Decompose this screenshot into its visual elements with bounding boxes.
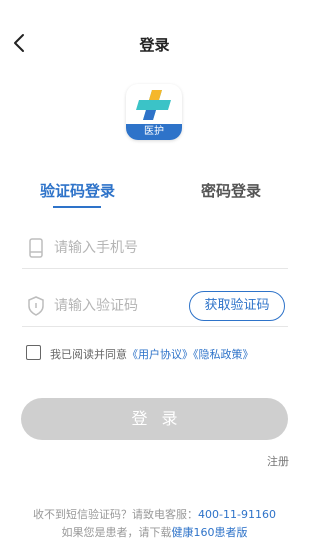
privacy-policy-link[interactable]: 《隐私政策》 [193, 348, 254, 361]
agreement-prefix: 我已阅读并同意 [50, 348, 127, 361]
tab-sms-login[interactable]: 验证码登录 [40, 180, 115, 201]
agreement-row: 我已阅读并同意《用户协议》《隐私政策》 [26, 343, 296, 363]
code-input[interactable] [54, 295, 194, 317]
shield-icon [28, 296, 44, 316]
footer-support: 收不到短信验证码？请致电客服：400-11-91160 [0, 506, 309, 522]
footer-support-text: 收不到短信验证码？请致电客服： [33, 508, 199, 521]
footer-download-text: 如果您是患者，请下载 [61, 526, 172, 539]
agreement-text: 我已阅读并同意《用户协议》《隐私政策》 [50, 346, 254, 362]
login-tabs: 验证码登录 密码登录 [0, 176, 309, 210]
patient-app-link[interactable]: 健康160患者版 [172, 526, 248, 539]
support-phone-link[interactable]: 400-11-91160 [198, 508, 276, 521]
login-button[interactable]: 登录 [21, 398, 288, 440]
logo-badge: 医护 [126, 124, 182, 140]
register-link[interactable]: 注册 [267, 453, 289, 469]
footer-download: 如果您是患者，请下载健康160患者版 [0, 524, 309, 540]
user-agreement-link[interactable]: 《用户协议》 [127, 348, 193, 361]
agreement-checkbox[interactable] [26, 345, 41, 360]
phone-field [22, 229, 288, 269]
tab-password-login[interactable]: 密码登录 [201, 180, 261, 201]
phone-input[interactable] [54, 237, 194, 259]
page-title: 登录 [139, 36, 170, 54]
phone-icon [29, 238, 43, 258]
app-logo: 医护 [126, 84, 182, 140]
get-code-button[interactable]: 获取验证码 [189, 291, 285, 321]
medical-cross-icon [136, 90, 171, 120]
active-tab-indicator [53, 206, 101, 208]
header: 登录 [0, 0, 309, 86]
